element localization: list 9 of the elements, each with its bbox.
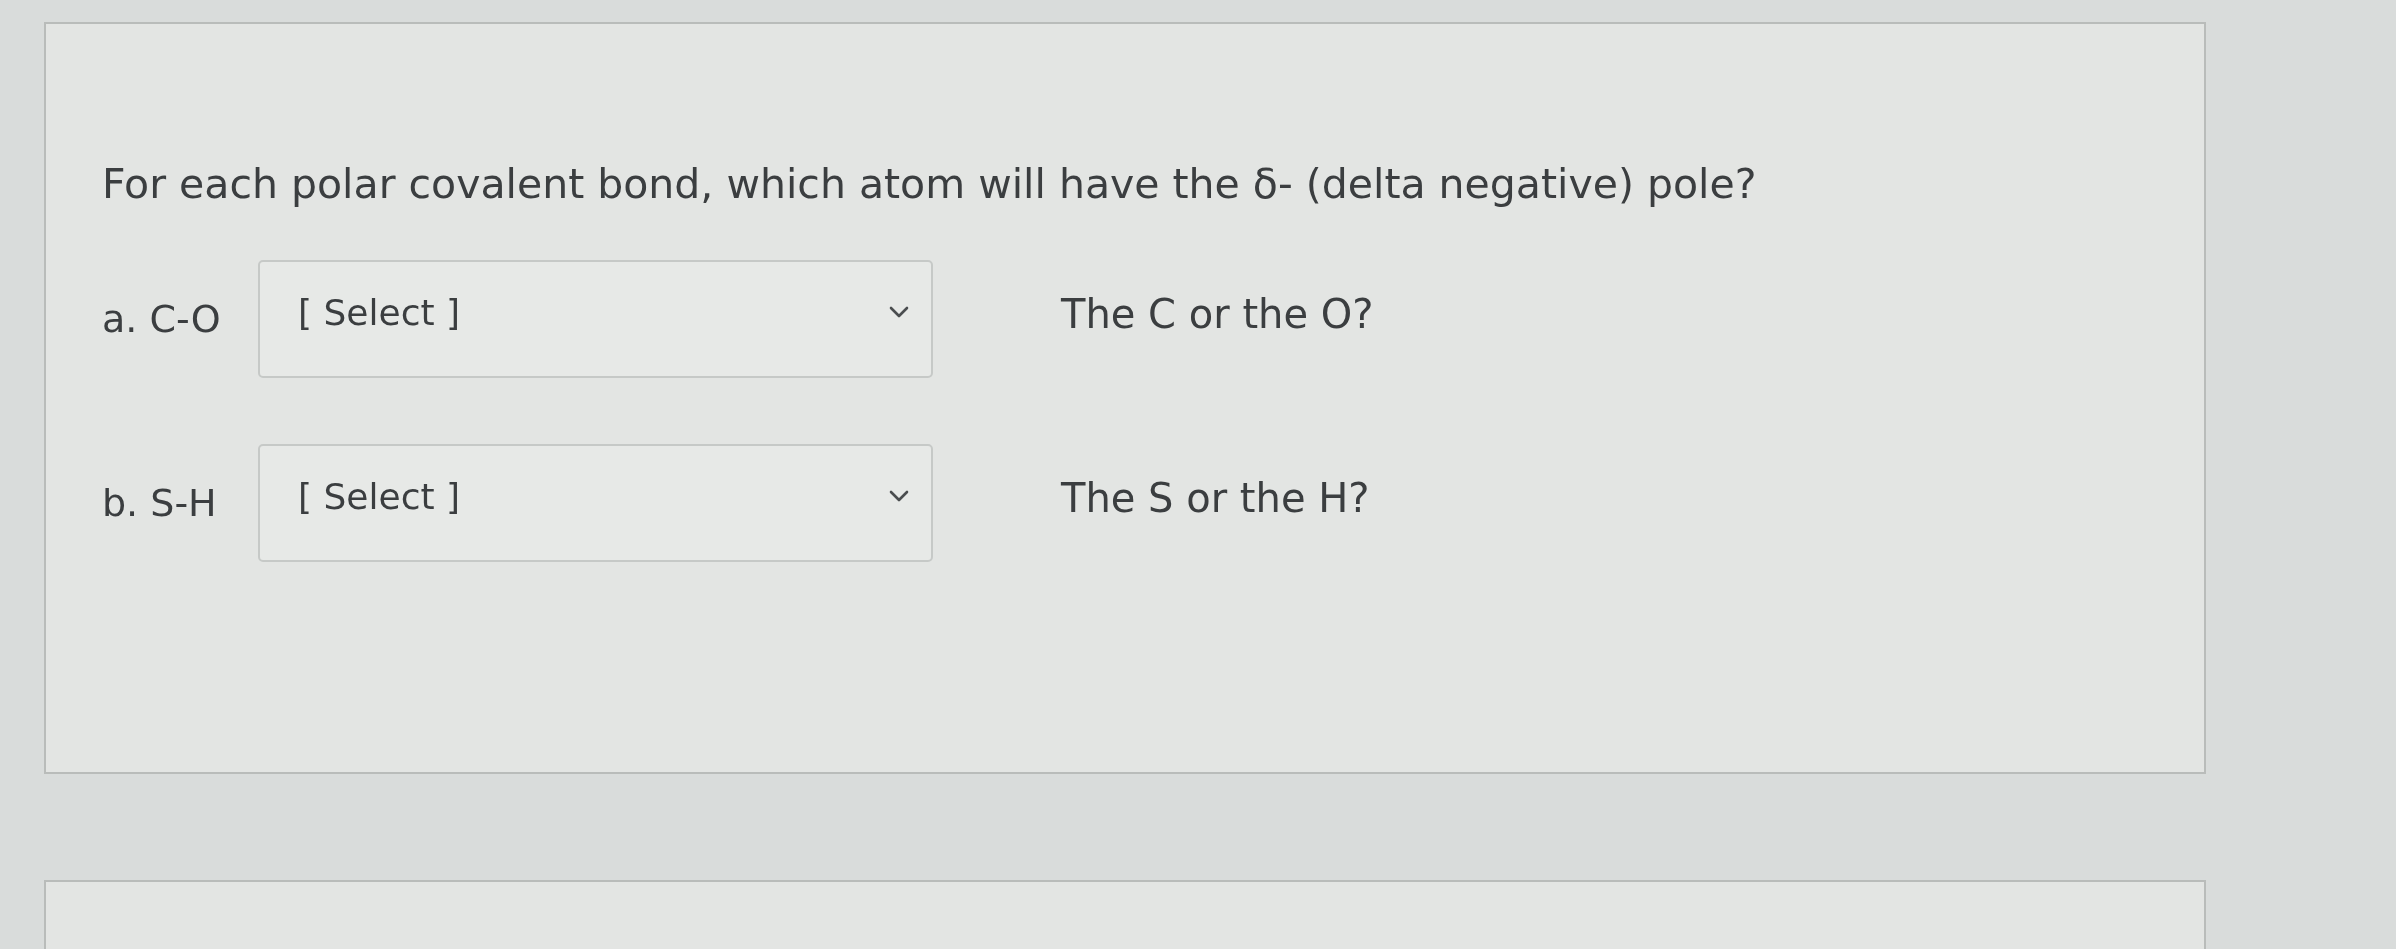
answer-dropdown[interactable]: [ Select ] (258, 260, 933, 378)
item-label: b. S-H (102, 481, 217, 525)
chevron-down-icon (889, 306, 909, 318)
hint-text: The C or the O? (1061, 291, 1374, 339)
chevron-down-icon (889, 490, 909, 502)
answer-dropdown[interactable]: [ Select ] (258, 444, 933, 562)
hint-text: The S or the H? (1061, 475, 1370, 523)
item-label: a. C-O (102, 297, 221, 341)
question-text: For each polar covalent bond, which atom will have the δ- (delta negative) pole? (102, 159, 1757, 210)
